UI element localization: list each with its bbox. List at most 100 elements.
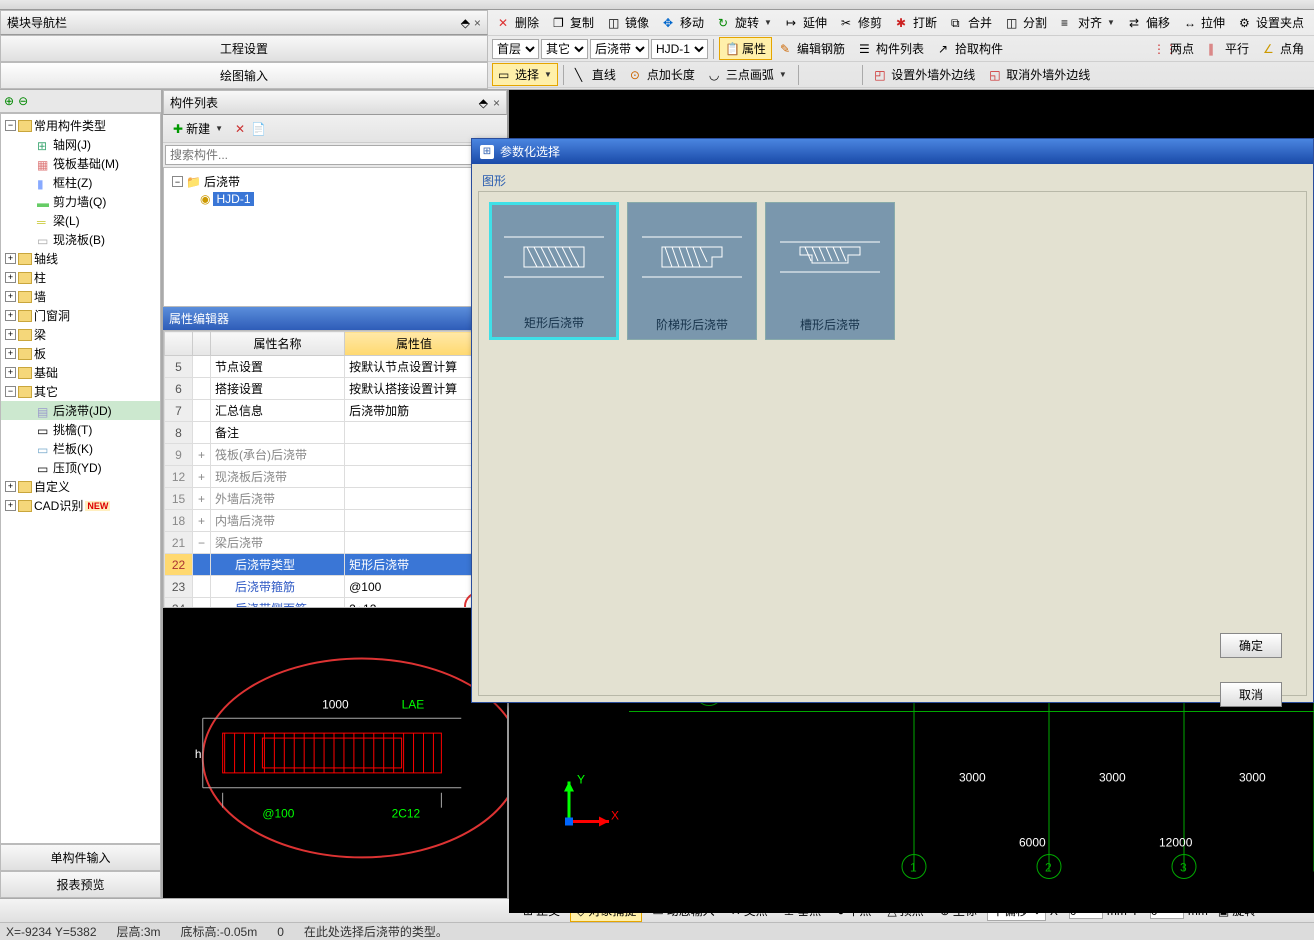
btn-three-point-arc[interactable]: ◡三点画弧▼ <box>703 63 793 86</box>
btn-copy[interactable]: ❐复制 <box>547 11 600 34</box>
combo-type[interactable]: 后浇带 <box>590 39 649 59</box>
nav-tree[interactable]: −常用构件类型 ⊞轴网(J) ▦筏板基础(M) ▮框柱(Z) ▬剪力墙(Q) ═… <box>0 113 161 844</box>
tree-folder-slab[interactable]: +板 <box>1 344 160 363</box>
tree-item-yading[interactable]: ▭压顶(YD) <box>1 458 160 477</box>
svg-text:2: 2 <box>1045 861 1052 875</box>
btn-delete-component[interactable]: ✕ <box>235 122 245 136</box>
tree-folder-foundation[interactable]: +基础 <box>1 363 160 382</box>
combo-instance[interactable]: HJD-1 <box>651 39 708 59</box>
tree-item-grid[interactable]: ⊞轴网(J) <box>1 135 160 154</box>
property-editor-title: 属性编辑器 × <box>163 307 507 330</box>
prop-row[interactable]: 18+内墙后浇带 <box>165 510 506 532</box>
btn-merge[interactable]: ⧉合并 <box>945 11 998 34</box>
tree-folder-wall[interactable]: +墙 <box>1 287 160 306</box>
svg-text:h: h <box>195 747 202 761</box>
btn-set-wall-outline[interactable]: ◰设置外墙外边线 <box>868 63 981 86</box>
nav-pin-icon[interactable]: ⬘× <box>461 16 481 30</box>
tree-folder-column[interactable]: +柱 <box>1 268 160 287</box>
tree-folder-other[interactable]: −其它 <box>1 382 160 401</box>
btn-copy-component[interactable]: 📄 <box>251 122 266 136</box>
btn-rotate[interactable]: ↻旋转▼ <box>712 11 778 34</box>
search-input[interactable] <box>165 145 481 165</box>
tree-folder-cad[interactable]: +CAD识别 NEW <box>1 496 160 515</box>
dialog-cancel-button[interactable]: 取消 <box>1220 682 1282 707</box>
component-tree[interactable]: − 📁 后浇带 ◉ HJD-1 <box>163 167 507 307</box>
btn-mirror[interactable]: ◫镜像 <box>602 11 655 34</box>
btn-grip[interactable]: ⚙设置夹点 <box>1233 11 1310 34</box>
btn-stretch[interactable]: ↔拉伸 <box>1178 11 1231 34</box>
tree-folder-beam[interactable]: +梁 <box>1 325 160 344</box>
nav-btn-report-preview[interactable]: 报表预览 <box>0 871 161 898</box>
svg-text:@100: @100 <box>262 807 294 821</box>
nav-title-text: 模块导航栏 <box>7 14 67 31</box>
prop-row[interactable]: 6搭接设置按默认搭接设置计算 <box>165 378 506 400</box>
tree-folder-axis[interactable]: +轴线 <box>1 249 160 268</box>
btn-select[interactable]: ▭选择▼ <box>492 63 558 86</box>
prop-row[interactable]: 5节点设置按默认节点设置计算 <box>165 356 506 378</box>
top-toolbar-stub <box>0 0 1314 10</box>
tree-root-common[interactable]: −常用构件类型 <box>1 116 160 135</box>
tree-folder-custom[interactable]: +自定义 <box>1 477 160 496</box>
shape-step[interactable]: 阶梯形后浇带 <box>627 202 757 340</box>
prop-row[interactable]: 15+外墙后浇带 <box>165 488 506 510</box>
svg-text:6000: 6000 <box>1019 836 1046 850</box>
tree-expand-all-icon[interactable]: ⊕ <box>4 94 14 108</box>
svg-text:3000: 3000 <box>959 771 986 785</box>
prop-row[interactable]: 23后浇带箍筋@100 <box>165 576 506 598</box>
complist-title-text: 构件列表 <box>170 94 218 111</box>
btn-break[interactable]: ✱打断 <box>890 11 943 34</box>
prop-row[interactable]: 22后浇带类型矩形后浇带 <box>165 554 506 576</box>
btn-point-length[interactable]: ⊙点加长度 <box>624 63 701 86</box>
tree-item-shearwall[interactable]: ▬剪力墙(Q) <box>1 192 160 211</box>
btn-align[interactable]: ≡对齐▼ <box>1055 11 1121 34</box>
tree-item-slab[interactable]: ▭现浇板(B) <box>1 230 160 249</box>
nav-btn-project-settings[interactable]: 工程设置 <box>0 35 488 62</box>
shape-groove[interactable]: 槽形后浇带 <box>765 202 895 340</box>
btn-pick-component[interactable]: ↗拾取构件 <box>932 37 1009 60</box>
prop-row[interactable]: 9+筏板(承台)后浇带 <box>165 444 506 466</box>
prop-row[interactable]: 24后浇带侧面筋2⌀12 <box>165 598 506 609</box>
btn-edit-rebar[interactable]: ✎编辑钢筋 <box>774 37 851 60</box>
btn-unset-wall-outline[interactable]: ◱取消外墙外边线 <box>983 63 1096 86</box>
btn-split[interactable]: ◫分割 <box>1000 11 1053 34</box>
dialog-titlebar[interactable]: ⊞ 参数化选择 <box>472 139 1313 164</box>
tree-folder-door[interactable]: +门窗洞 <box>1 306 160 325</box>
svg-text:1000: 1000 <box>322 697 349 711</box>
comp-tree-root[interactable]: − 📁 后浇带 <box>168 172 502 191</box>
btn-two-points[interactable]: ⋮⋮两点 <box>1147 37 1200 60</box>
btn-new-component[interactable]: ✚新建▼ <box>167 117 229 140</box>
prop-row[interactable]: 8备注 <box>165 422 506 444</box>
dialog-ok-button[interactable]: 确定 <box>1220 633 1282 658</box>
btn-trim[interactable]: ✂修剪 <box>835 11 888 34</box>
combo-category[interactable]: 其它 <box>541 39 588 59</box>
btn-move[interactable]: ✥移动 <box>657 11 710 34</box>
shape-rect[interactable]: 矩形后浇带 <box>489 202 619 340</box>
pin-icon[interactable]: ⬘ <box>479 96 488 110</box>
prop-row[interactable]: 7汇总信息后浇带加筋 <box>165 400 506 422</box>
tree-item-lanban[interactable]: ▭栏板(K) <box>1 439 160 458</box>
tree-item-beam[interactable]: ═梁(L) <box>1 211 160 230</box>
nav-btn-single-input[interactable]: 单构件输入 <box>0 844 161 871</box>
btn-line[interactable]: ╲直线 <box>569 63 622 86</box>
btn-properties[interactable]: 📋属性 <box>719 37 772 60</box>
nav-btn-draw-input[interactable]: 绘图输入 <box>0 62 488 89</box>
property-table[interactable]: 属性名称属性值附 5节点设置按默认节点设置计算6搭接设置按默认搭接设置计算7汇总… <box>163 330 507 608</box>
btn-point-angle[interactable]: ∠点角 <box>1257 37 1310 60</box>
svg-text:3: 3 <box>1180 861 1187 875</box>
tree-item-column[interactable]: ▮框柱(Z) <box>1 173 160 192</box>
prop-row[interactable]: 21−梁后浇带 <box>165 532 506 554</box>
btn-offset[interactable]: ⇄偏移 <box>1123 11 1176 34</box>
tree-collapse-all-icon[interactable]: ⊖ <box>18 94 28 108</box>
tree-item-tiaoyan[interactable]: ▭挑檐(T) <box>1 420 160 439</box>
btn-parallel[interactable]: ∥平行 <box>1202 37 1255 60</box>
prop-row[interactable]: 12+现浇板后浇带 <box>165 466 506 488</box>
btn-delete[interactable]: ✕删除 <box>492 11 545 34</box>
close-icon[interactable]: × <box>493 96 500 110</box>
dialog-title: 参数化选择 <box>500 143 560 160</box>
btn-component-list[interactable]: ☰构件列表 <box>853 37 930 60</box>
btn-extend[interactable]: ↦延伸 <box>780 11 833 34</box>
tree-item-raft[interactable]: ▦筏板基础(M) <box>1 154 160 173</box>
comp-tree-child[interactable]: ◉ HJD-1 <box>168 191 502 207</box>
tree-item-hjd[interactable]: ▤后浇带(JD) <box>1 401 160 420</box>
combo-floor[interactable]: 首层 <box>492 39 539 59</box>
